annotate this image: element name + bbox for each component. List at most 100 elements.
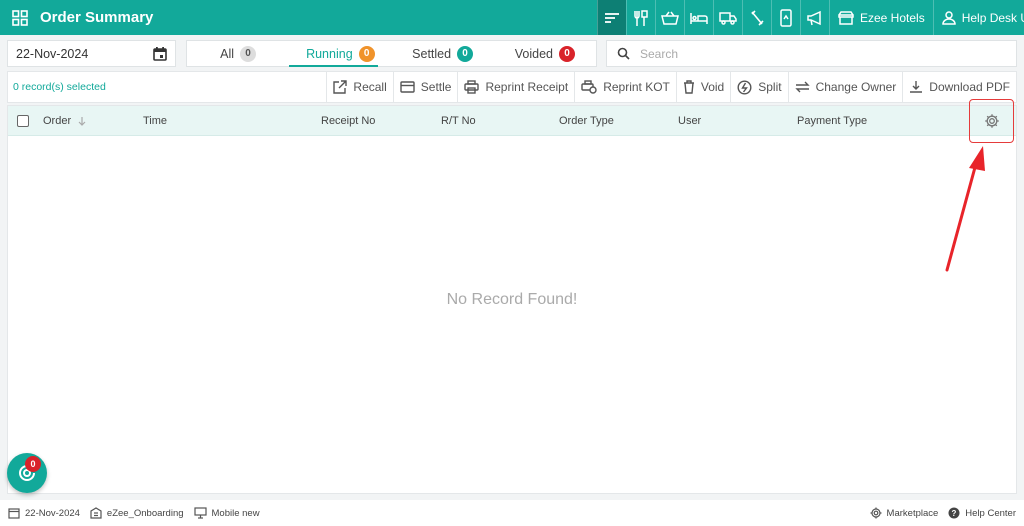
download-icon xyxy=(910,81,923,93)
action-label: Change Owner xyxy=(815,80,897,94)
search-icon xyxy=(617,47,630,60)
column-header-user[interactable]: User xyxy=(678,106,701,136)
column-label: Order xyxy=(43,115,72,127)
slash-tool-icon[interactable] xyxy=(742,0,771,35)
change-owner-button[interactable]: Change Owner xyxy=(787,72,903,102)
tab-label: Running xyxy=(306,46,353,61)
action-label: Reprint Receipt xyxy=(485,80,569,94)
reprint-receipt-button[interactable]: Reprint Receipt xyxy=(457,72,574,102)
action-label: Download PDF xyxy=(929,80,1010,94)
column-label: Time xyxy=(143,115,168,127)
void-button[interactable]: Void xyxy=(675,72,730,102)
footer-date-text: 22-Nov-2024 xyxy=(25,507,80,519)
select-all-checkbox[interactable] xyxy=(17,115,29,127)
orders-table: Order Time Receipt No R/T No Order Type … xyxy=(7,99,1017,494)
tab-settled[interactable]: Settled 0 xyxy=(392,41,494,66)
date-picker[interactable]: 22-Nov-2024 xyxy=(7,40,176,67)
recall-button[interactable]: Recall xyxy=(326,72,392,102)
phone-icon[interactable] xyxy=(771,0,800,35)
printer-icon xyxy=(464,80,480,94)
action-label: Settle xyxy=(420,80,452,94)
user-name: Help Desk U... xyxy=(961,10,1024,25)
search-bar xyxy=(606,40,1017,67)
empty-state-message: No Record Found! xyxy=(446,291,578,308)
column-settings-highlight xyxy=(969,99,1014,143)
gear-icon xyxy=(870,507,882,519)
action-bar: 0 record(s) selected Recall Settle Repri… xyxy=(7,71,1017,103)
help-center-link[interactable]: ? Help Center xyxy=(948,507,1016,519)
fab-badge: 0 xyxy=(25,456,41,472)
sort-down-icon xyxy=(78,117,86,126)
gear-icon[interactable] xyxy=(984,113,1000,129)
search-input[interactable] xyxy=(640,46,1000,61)
tab-all[interactable]: All 0 xyxy=(187,41,289,66)
tab-label: Settled xyxy=(412,46,452,61)
column-label: Order Type xyxy=(559,115,614,127)
column-header-order-type[interactable]: Order Type xyxy=(559,106,614,136)
calendar-icon xyxy=(153,46,167,61)
tab-label: Voided xyxy=(514,46,553,61)
footer-date: 22-Nov-2024 xyxy=(8,507,80,519)
column-header-payment-type[interactable]: Payment Type xyxy=(797,106,867,136)
count-badge: 0 xyxy=(240,45,257,62)
top-nav: Ezee Hotels Help Desk U... xyxy=(597,0,1024,35)
delivery-truck-icon[interactable] xyxy=(713,0,742,35)
hotel-name: Ezee Hotels xyxy=(860,10,925,25)
top-bar: Order Summary Ezee Hotels Help Desk xyxy=(0,0,1024,35)
tab-voided[interactable]: Voided 0 xyxy=(494,41,596,66)
column-header-time[interactable]: Time xyxy=(143,106,167,136)
column-header-rt-no[interactable]: R/T No xyxy=(441,106,476,136)
column-header-order[interactable]: Order xyxy=(43,106,87,136)
marketplace-label: Marketplace xyxy=(886,507,939,519)
action-label: Reprint KOT xyxy=(603,80,670,94)
date-value: 22-Nov-2024 xyxy=(16,46,89,61)
swap-icon xyxy=(794,81,810,93)
printer-clock-icon xyxy=(581,80,597,94)
marketplace-link[interactable]: Marketplace xyxy=(870,507,939,519)
svg-text:?: ? xyxy=(952,509,957,518)
column-label: User xyxy=(678,115,702,127)
user-icon xyxy=(941,10,956,25)
monitor-icon xyxy=(193,507,207,519)
help-center-label: Help Center xyxy=(965,507,1016,519)
reprint-kot-button[interactable]: Reprint KOT xyxy=(574,72,676,102)
footer-device: Mobile new xyxy=(193,507,260,519)
card-icon xyxy=(400,81,415,93)
count-badge: 0 xyxy=(558,45,575,62)
bed-icon[interactable] xyxy=(684,0,713,35)
count-badge: 0 xyxy=(457,45,474,62)
table-header: Order Time Receipt No R/T No Order Type … xyxy=(8,99,1016,143)
select-all-cell xyxy=(17,106,29,136)
action-label: Split xyxy=(758,80,782,94)
column-label: Payment Type xyxy=(797,115,868,127)
settle-button[interactable]: Settle xyxy=(392,72,458,102)
split-icon xyxy=(737,79,752,95)
column-label: Receipt No xyxy=(321,115,376,127)
action-label: Recall xyxy=(353,80,387,94)
user-menu[interactable]: Help Desk U... xyxy=(932,0,1024,35)
trash-icon xyxy=(683,80,694,94)
footer-property-text: eZee_Onboarding xyxy=(106,507,184,519)
megaphone-icon[interactable] xyxy=(800,0,829,35)
tab-running[interactable]: Running 0 xyxy=(289,41,391,67)
download-pdf-button[interactable]: Download PDF xyxy=(902,72,1016,102)
split-button[interactable]: Split xyxy=(730,72,787,102)
page-title: Order Summary xyxy=(40,9,154,26)
column-header-receipt-no[interactable]: Receipt No xyxy=(321,106,375,136)
column-label: R/T No xyxy=(441,115,476,127)
help-icon: ? xyxy=(948,507,960,519)
store-icon xyxy=(838,10,854,25)
annotation-arrow xyxy=(945,146,985,272)
order-status-tabs: All 0 Running 0 Settled 0 Voided 0 xyxy=(186,40,597,67)
apps-grid-icon[interactable] xyxy=(0,0,40,35)
basket-icon[interactable] xyxy=(655,0,684,35)
hotel-selector[interactable]: Ezee Hotels xyxy=(829,0,933,35)
building-icon xyxy=(90,507,102,519)
open-external-icon xyxy=(333,80,348,94)
status-footer: 22-Nov-2024 eZee_Onboarding Mobile new M… xyxy=(0,500,1024,526)
calendar-icon xyxy=(8,508,20,519)
order-list-icon[interactable] xyxy=(597,0,626,35)
restaurant-icon[interactable] xyxy=(626,0,655,35)
selection-count: 0 record(s) selected xyxy=(13,81,106,93)
action-label: Void xyxy=(700,80,725,94)
